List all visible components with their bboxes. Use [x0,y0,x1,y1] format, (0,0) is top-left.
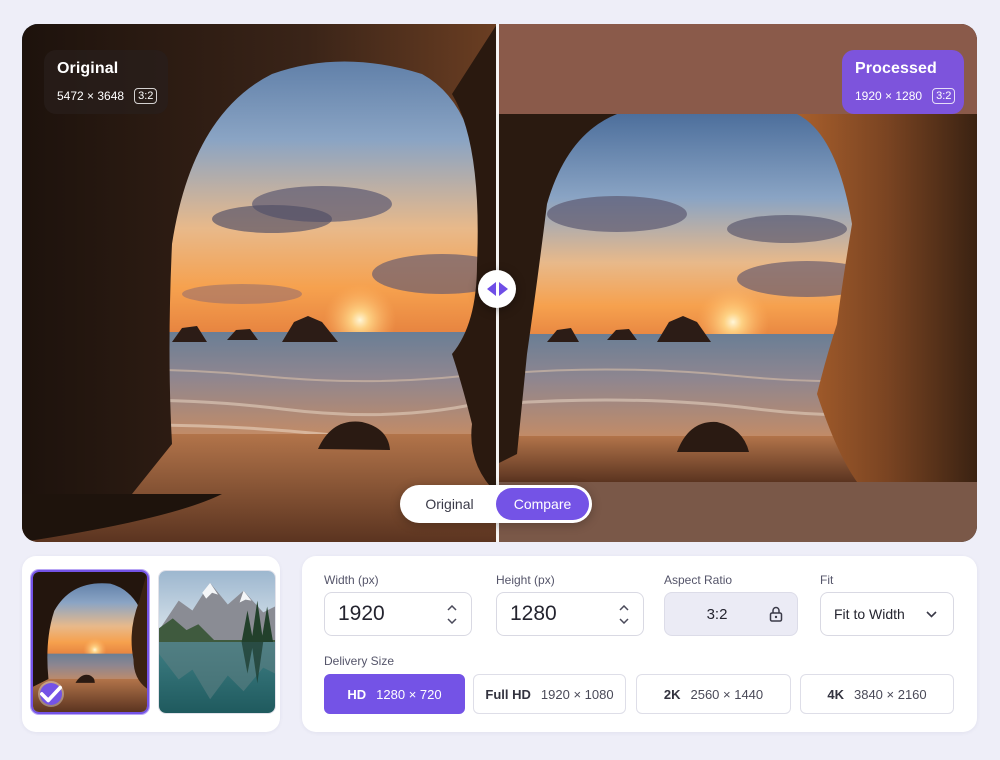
size-resolution: 2560 × 1440 [690,686,764,702]
mountain-lake-thumbnail-image [159,571,275,713]
delivery-size-2k[interactable]: 2K 2560 × 1440 [636,674,791,714]
size-name: 4K [827,686,844,702]
processed-dimensions: 1920 × 1280 [855,89,923,103]
compare-view-button[interactable]: Compare [496,488,589,520]
width-label: Width (px) [324,573,379,587]
original-info-card: Original 5472 × 3648 3:2 [44,50,168,114]
chevron-up-icon [619,604,629,611]
height-value[interactable]: 1280 [497,602,613,626]
arrow-right-icon [498,282,508,296]
original-view-button[interactable]: Original [403,488,496,520]
delivery-size-full-hd[interactable]: Full HD 1920 × 1080 [473,674,626,714]
fit-label: Fit [820,573,834,587]
thumbnail-mountain-lake[interactable] [158,570,276,714]
size-resolution: 1280 × 720 [376,686,442,702]
thumbnail-sea-cave[interactable] [31,570,149,714]
output-settings-panel: Width (px) 1920 Height (px) 1280 Aspect … [302,556,977,732]
fit-value[interactable]: Fit to Width [821,606,926,622]
processed-title: Processed [855,60,937,77]
compare-divider-handle[interactable] [478,270,516,308]
processed-ratio-badge: 3:2 [932,88,956,104]
delivery-size-label: Delivery Size [324,654,395,668]
chevron-down-icon[interactable] [926,610,937,618]
delivery-size-4k[interactable]: 4K 3840 × 2160 [800,674,954,714]
aspect-ratio-value: 3:2 [706,605,728,623]
aspect-ratio-field: 3:2 [664,592,798,636]
width-input[interactable]: 1920 [324,592,472,636]
chevron-down-icon [447,617,457,624]
image-compare-preview: Original 5472 × 3648 3:2 Processed 1920 … [22,24,977,542]
height-input[interactable]: 1280 [496,592,644,636]
chevron-up-icon [447,604,457,611]
width-value[interactable]: 1920 [325,602,441,626]
size-resolution: 3840 × 2160 [853,686,927,702]
processed-info-card: Processed 1920 × 1280 3:2 [842,50,964,114]
thumbnail-strip [22,556,280,732]
chevron-down-icon [619,617,629,624]
original-ratio-badge: 3:2 [134,88,158,104]
height-label: Height (px) [496,573,555,587]
original-dimensions: 5472 × 3648 [57,89,125,103]
lock-icon[interactable] [769,606,783,622]
view-mode-toggle: Original Compare [400,485,592,523]
delivery-size-hd[interactable]: HD 1280 × 720 [324,674,465,714]
size-name: 2K [663,686,681,702]
width-stepper[interactable] [441,604,463,624]
aspect-ratio-label: Aspect Ratio [664,573,733,587]
size-name: Full HD [485,686,531,702]
fit-select[interactable]: Fit to Width [820,592,954,636]
size-name: HD [347,686,367,702]
original-title: Original [57,60,119,77]
checkmark-icon [40,683,62,705]
arrow-left-icon [486,282,496,296]
height-stepper[interactable] [613,604,635,624]
size-resolution: 1920 × 1080 [540,686,614,702]
